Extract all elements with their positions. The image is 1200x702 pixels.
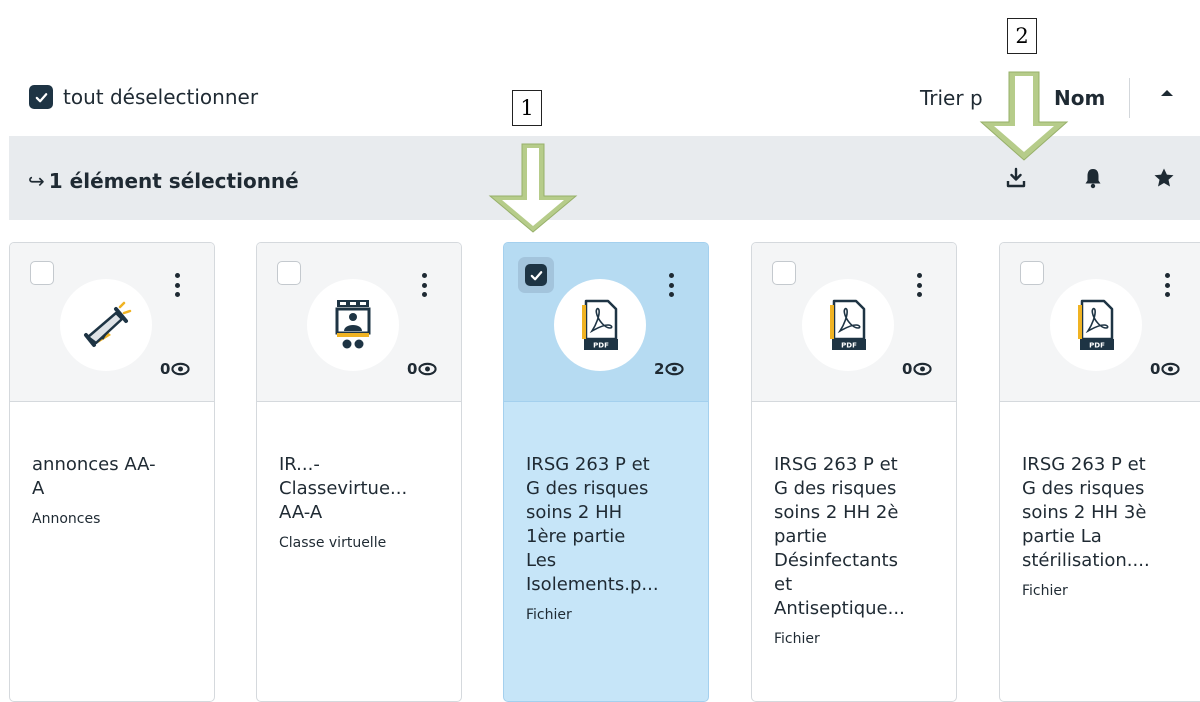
- card-header: PDF 2: [504, 243, 708, 402]
- card-body: IRSG 263 P et G des risques soins 2 HH 2…: [774, 429, 942, 675]
- card-checkbox[interactable]: [30, 261, 54, 285]
- card-title[interactable]: IRSG 263 P et G des risques soins 2 HH 3…: [1022, 454, 1150, 571]
- card-thumbnail: PDF: [554, 279, 646, 371]
- pdf-icon: PDF: [830, 299, 866, 350]
- more-options-icon[interactable]: [914, 273, 924, 297]
- view-count-value: 0: [902, 360, 913, 378]
- card-thumbnail: [60, 279, 152, 371]
- card-header: 0: [10, 243, 214, 402]
- selection-count: ↪ 1 élément sélectionné: [28, 169, 299, 193]
- card-thumbnail: [307, 279, 399, 371]
- check-icon: [35, 92, 47, 102]
- resource-card[interactable]: PDF 0 IRSG 263 P et G des risques soins …: [751, 242, 957, 702]
- select-all-checkbox[interactable]: [29, 85, 53, 109]
- more-options-icon[interactable]: [172, 273, 182, 297]
- card-checkbox-checked[interactable]: [518, 257, 554, 293]
- selection-count-label: 1 élément sélectionné: [48, 169, 299, 193]
- view-count: 2: [654, 360, 685, 378]
- card-header: 0: [257, 243, 461, 402]
- view-count-value: 2: [654, 360, 665, 378]
- sort-label: Trier p: [920, 86, 983, 110]
- card-body: annonces AA- A Annonces: [32, 429, 200, 555]
- sort-divider: [1129, 78, 1130, 118]
- card-type-label: Fichier: [526, 607, 572, 623]
- more-options-icon[interactable]: [419, 273, 429, 297]
- select-all-toggle[interactable]: tout déselectionner: [29, 85, 258, 109]
- svg-text:PDF: PDF: [593, 342, 609, 350]
- star-icon: [1154, 168, 1174, 187]
- view-count: 0: [407, 360, 438, 378]
- card-checkbox[interactable]: [1020, 261, 1044, 285]
- card-header: PDF 0: [1000, 243, 1200, 402]
- sort-ascending-icon[interactable]: [1155, 82, 1179, 106]
- card-body: IR...- Classevirtue... AA-A Classe virtu…: [279, 429, 447, 579]
- card-body: IRSG 263 P et G des risques soins 2 HH 1…: [526, 429, 694, 651]
- bell-icon: [1085, 169, 1101, 189]
- annotation-arrow-down-icon: [979, 71, 1069, 161]
- more-options-icon[interactable]: [1162, 273, 1172, 297]
- view-count-value: 0: [160, 360, 171, 378]
- view-count: 0: [1150, 360, 1181, 378]
- more-options-icon[interactable]: [666, 273, 676, 297]
- card-thumbnail: PDF: [1050, 279, 1142, 371]
- pdf-icon: PDF: [1078, 299, 1114, 350]
- card-title[interactable]: IR...- Classevirtue... AA-A: [279, 454, 407, 523]
- card-checkbox[interactable]: [772, 261, 796, 285]
- card-thumbnail: PDF: [802, 279, 894, 371]
- virtual-class-icon: [335, 300, 371, 349]
- card-type-label: Classe virtuelle: [279, 535, 387, 551]
- card-header: PDF 0: [752, 243, 956, 402]
- card-type-label: Fichier: [774, 631, 820, 647]
- svg-text:PDF: PDF: [841, 342, 857, 350]
- eye-icon: [665, 362, 685, 376]
- download-button[interactable]: [1000, 162, 1032, 194]
- check-icon: [530, 270, 542, 280]
- card-title[interactable]: IRSG 263 P et G des risques soins 2 HH 2…: [774, 454, 905, 619]
- resource-card[interactable]: PDF 0 IRSG 263 P et G des risques soins …: [999, 242, 1200, 702]
- pdf-icon: PDF: [582, 299, 618, 350]
- card-title[interactable]: annonces AA- A: [32, 454, 156, 499]
- svg-text:PDF: PDF: [1089, 342, 1105, 350]
- eye-icon: [1161, 362, 1181, 376]
- view-count-value: 0: [407, 360, 418, 378]
- card-type-label: Annonces: [32, 511, 101, 527]
- card-body: IRSG 263 P et G des risques soins 2 HH 3…: [1022, 429, 1190, 627]
- select-all-label: tout déselectionner: [63, 85, 259, 109]
- annotation-label-1: 1: [512, 90, 542, 126]
- view-count: 0: [160, 360, 191, 378]
- megaphone-icon: [84, 301, 132, 347]
- card-type-label: Fichier: [1022, 583, 1068, 599]
- card-title[interactable]: IRSG 263 P et G des risques soins 2 HH 1…: [526, 454, 659, 595]
- resource-card[interactable]: 0 annonces AA- A Annonces: [9, 242, 215, 702]
- download-icon: [1006, 167, 1026, 188]
- view-count: 0: [902, 360, 933, 378]
- annotation-arrow-down-icon: [488, 143, 578, 233]
- notify-button[interactable]: [1077, 162, 1109, 194]
- card-checkbox[interactable]: [277, 261, 301, 285]
- resource-card[interactable]: 0 IR...- Classevirtue... AA-A Classe vir…: [256, 242, 462, 702]
- eye-icon: [913, 362, 933, 376]
- annotation-label-2: 2: [1007, 18, 1037, 54]
- eye-icon: [418, 362, 438, 376]
- resource-card-selected[interactable]: PDF 2 IRSG 263 P et G des risques soins …: [503, 242, 709, 702]
- view-count-value: 0: [1150, 360, 1161, 378]
- favorite-button[interactable]: [1148, 162, 1180, 194]
- eye-icon: [171, 362, 191, 376]
- return-arrow-icon: ↪: [28, 169, 45, 193]
